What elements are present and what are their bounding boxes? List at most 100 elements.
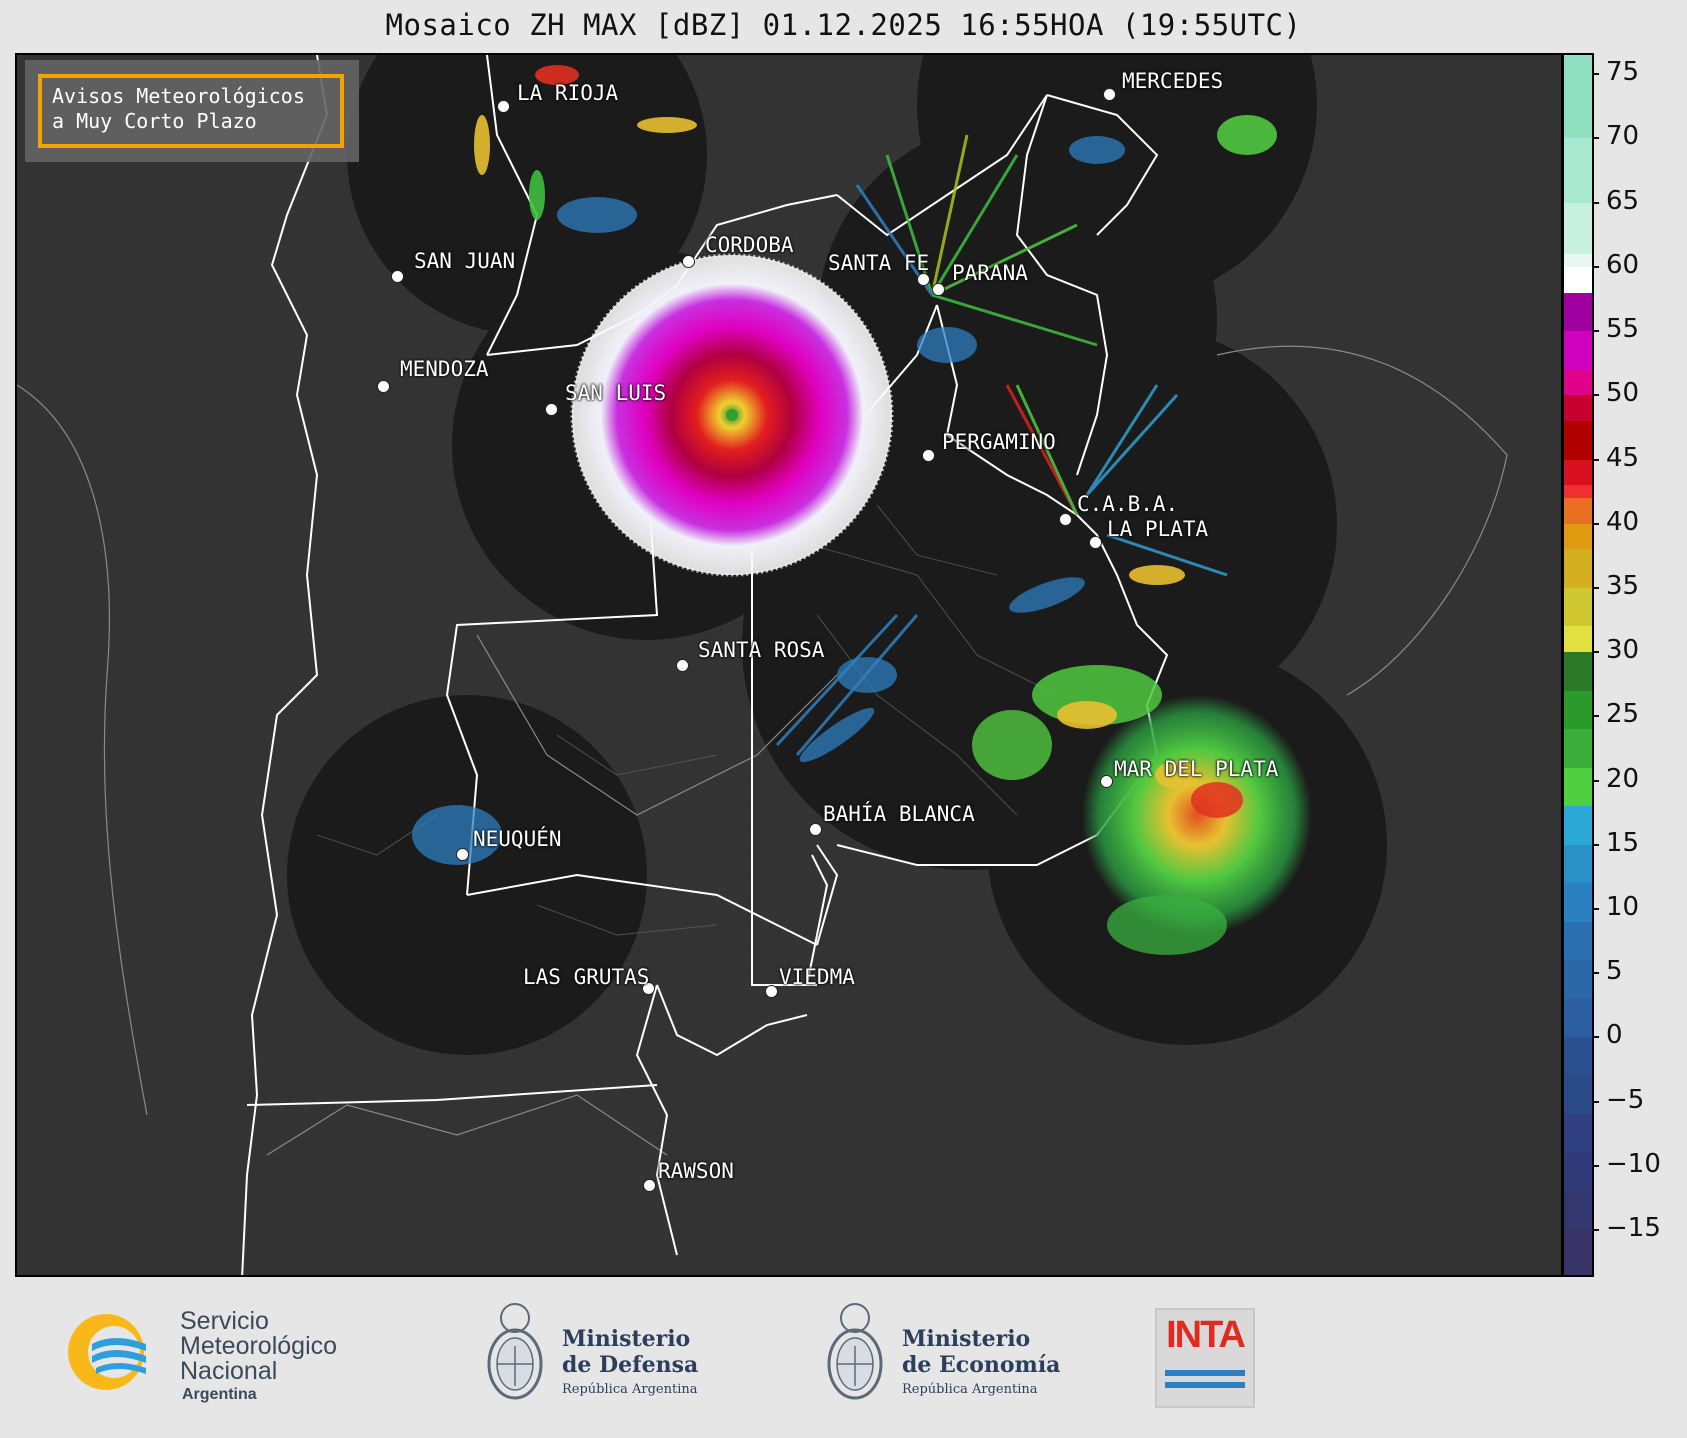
smn-line-1: Servicio bbox=[180, 1307, 269, 1335]
economia-line-2: de Economía bbox=[902, 1352, 1061, 1378]
economia-line-3: República Argentina bbox=[902, 1382, 1038, 1397]
colorbar-segment bbox=[1564, 998, 1592, 1038]
city-marker[interactable] bbox=[1059, 513, 1072, 526]
colorbar-segment bbox=[1564, 806, 1592, 846]
colorbar-segment bbox=[1564, 1153, 1592, 1193]
city-marker[interactable] bbox=[676, 659, 689, 672]
city-label: LAS GRUTAS bbox=[523, 965, 650, 989]
colorbar-tick-label: 35 bbox=[1591, 571, 1639, 601]
colorbar-segment bbox=[1564, 331, 1592, 371]
inta-logo[interactable]: INTA bbox=[1155, 1308, 1255, 1408]
colorbar-tick-label: 65 bbox=[1591, 186, 1639, 216]
smn-line-3: Nacional bbox=[180, 1357, 278, 1385]
city-label: SANTA ROSA bbox=[698, 638, 825, 662]
colorbar-segment bbox=[1564, 626, 1592, 653]
colorbar-tick-label: −10 bbox=[1592, 1149, 1661, 1179]
city-label: LA PLATA bbox=[1107, 517, 1209, 541]
colorbar-tick-label: 60 bbox=[1591, 250, 1639, 280]
colorbar-tick-label: −15 bbox=[1592, 1213, 1661, 1243]
colorbar-segment bbox=[1564, 485, 1592, 499]
colorbar-segment bbox=[1564, 587, 1592, 627]
city-label: RAWSON bbox=[658, 1159, 734, 1183]
colorbar-tick-label: 70 bbox=[1591, 121, 1639, 151]
colorbar-segment bbox=[1564, 960, 1592, 1000]
notice-panel: Avisos Meteorológicos a Muy Corto Plazo bbox=[25, 60, 359, 162]
city-marker[interactable] bbox=[922, 449, 935, 462]
smn-line-2: Meteorológico bbox=[180, 1332, 338, 1360]
city-marker[interactable] bbox=[765, 985, 778, 998]
colorbar-segment bbox=[1564, 1230, 1592, 1275]
colorbar-segment bbox=[1564, 421, 1592, 461]
colorbar-segment bbox=[1564, 767, 1592, 807]
inta-stripe bbox=[1165, 1370, 1245, 1376]
city-marker[interactable] bbox=[497, 100, 510, 113]
city-marker[interactable] bbox=[1089, 536, 1102, 549]
city-marker[interactable] bbox=[809, 823, 822, 836]
defensa-line-3: República Argentina bbox=[562, 1382, 698, 1397]
colorbar-segment bbox=[1564, 652, 1592, 692]
colorbar-tick-label: 10 bbox=[1591, 892, 1639, 922]
colorbar-tick-label: 50 bbox=[1591, 378, 1639, 408]
colorbar-tick-label: 75 bbox=[1591, 57, 1639, 87]
colorbar-tick-label: 55 bbox=[1591, 314, 1639, 344]
colorbar-tick-label: 5 bbox=[1592, 956, 1623, 986]
city-marker[interactable] bbox=[682, 255, 695, 268]
inta-label: INTA bbox=[1166, 1314, 1246, 1356]
footer-logos: Servicio Meteorológico Nacional Argentin… bbox=[0, 1278, 1687, 1438]
colorbar-segment bbox=[1564, 254, 1592, 268]
colorbar-tick-label: 0 bbox=[1592, 1020, 1623, 1050]
colorbar-segment bbox=[1564, 1075, 1592, 1115]
notice-line-2: a Muy Corto Plazo bbox=[52, 109, 257, 133]
smn-logo[interactable]: Servicio Meteorológico Nacional Argentin… bbox=[66, 1304, 386, 1404]
ministerio-economia-logo[interactable]: Ministerio de Economía República Argenti… bbox=[820, 1296, 1080, 1416]
city-label: BAHÍA BLANCA bbox=[823, 802, 975, 826]
argentina-coat-of-arms-icon bbox=[827, 1303, 883, 1400]
city-label: PERGAMINO bbox=[942, 430, 1056, 454]
ministerio-defensa-logo[interactable]: Ministerio de Defensa República Argentin… bbox=[480, 1296, 720, 1416]
city-label: MAR DEL PLATA bbox=[1114, 757, 1279, 781]
notice-frame: Avisos Meteorológicos a Muy Corto Plazo bbox=[38, 74, 344, 148]
smn-line-4: Argentina bbox=[182, 1386, 257, 1403]
colorbar-segment bbox=[1564, 729, 1592, 769]
colorbar-tick-label: 40 bbox=[1591, 507, 1639, 537]
city-marker[interactable] bbox=[391, 270, 404, 283]
colorbar-tick-label: 30 bbox=[1591, 635, 1639, 665]
radar-echo-san-luis-ring bbox=[570, 253, 894, 577]
colorbar-tick-label: 15 bbox=[1591, 828, 1639, 858]
colorbar-segment bbox=[1564, 266, 1592, 294]
city-label: SAN LUIS bbox=[565, 381, 667, 405]
city-label: MERCEDES bbox=[1122, 69, 1224, 93]
colorbar-segment bbox=[1564, 883, 1592, 923]
colorbar-tick-label: 45 bbox=[1591, 443, 1639, 473]
city-marker[interactable] bbox=[643, 1179, 656, 1192]
colorbar-segment bbox=[1564, 55, 1592, 139]
city-label: MENDOZA bbox=[400, 357, 489, 381]
city-marker[interactable] bbox=[377, 380, 390, 393]
colorbar-segment bbox=[1564, 202, 1592, 255]
defensa-line-2: de Defensa bbox=[562, 1352, 699, 1378]
colorbar-segment bbox=[1564, 369, 1592, 396]
city-marker[interactable] bbox=[1103, 88, 1116, 101]
colorbar-tick-label: −5 bbox=[1591, 1085, 1644, 1115]
city-marker[interactable] bbox=[932, 283, 945, 296]
inta-stripe bbox=[1165, 1382, 1245, 1388]
city-marker[interactable] bbox=[1100, 775, 1113, 788]
colorbar-tick-label: 20 bbox=[1591, 764, 1639, 794]
city-marker[interactable] bbox=[545, 403, 558, 416]
colorbar-tick-label: 25 bbox=[1591, 699, 1639, 729]
colorbar-segment bbox=[1564, 138, 1592, 204]
city-marker[interactable] bbox=[456, 848, 469, 861]
defensa-line-1: Ministerio bbox=[562, 1326, 691, 1352]
radar-map[interactable]: Avisos Meteorológicos a Muy Corto Plazo … bbox=[15, 53, 1563, 1277]
economia-line-1: Ministerio bbox=[902, 1326, 1031, 1352]
reflectivity-colorbar bbox=[1562, 53, 1594, 1277]
colorbar-segment bbox=[1564, 549, 1592, 589]
argentina-coat-of-arms-icon bbox=[487, 1303, 543, 1400]
colorbar-segment bbox=[1564, 1037, 1592, 1077]
city-label: PARANA bbox=[952, 261, 1028, 285]
colorbar-segment bbox=[1564, 1191, 1592, 1231]
city-label: SANTA FE bbox=[828, 251, 930, 275]
colorbar-segment bbox=[1564, 690, 1592, 730]
colorbar-segment bbox=[1564, 459, 1592, 486]
map-title: Mosaico ZH MAX [dBZ] 01.12.2025 16:55HOA… bbox=[385, 8, 1302, 42]
